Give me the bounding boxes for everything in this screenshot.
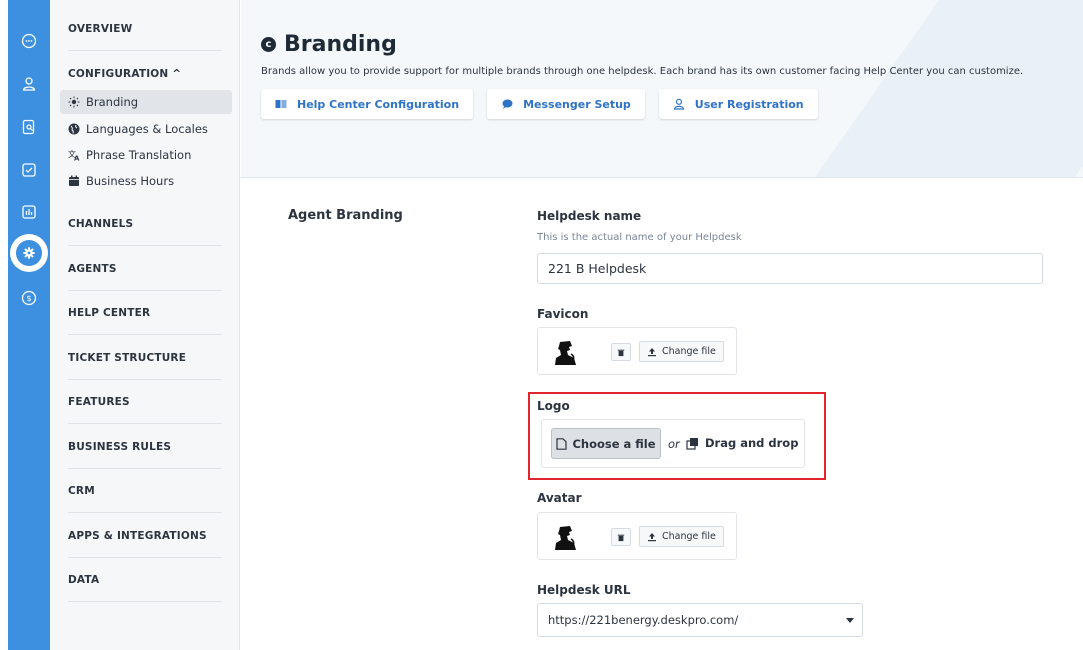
nav-features[interactable]: FEATURES <box>68 396 222 408</box>
sidebar-item-phrase-translation[interactable]: 文A Phrase Translation <box>60 143 232 167</box>
sidebar-item-label: Business Hours <box>86 174 175 188</box>
search-document-icon[interactable] <box>19 117 39 137</box>
change-avatar-button[interactable]: Change file <box>639 526 724 547</box>
change-file-label: Change file <box>662 346 716 357</box>
tab-label: User Registration <box>694 97 804 111</box>
svg-text:A: A <box>74 155 80 162</box>
nav-ticket-structure[interactable]: TICKET STRUCTURE <box>68 352 222 364</box>
settings-icon[interactable] <box>10 234 48 272</box>
nav-channels[interactable]: CHANNELS <box>68 218 222 230</box>
choose-file-label: Choose a file <box>572 436 656 451</box>
trash-icon <box>617 534 625 541</box>
page-header: c Branding Brands allow you to provide s… <box>241 0 1083 178</box>
logo-label: Logo <box>537 399 570 413</box>
tab-label: Messenger Setup <box>523 97 631 111</box>
copy-icon <box>686 437 698 450</box>
change-file-label: Change file <box>662 531 716 542</box>
divider <box>68 423 222 424</box>
tab-label: Help Center Configuration <box>297 97 460 111</box>
nav-business-rules[interactable]: BUSINESS RULES <box>68 441 222 453</box>
section-title: Agent Branding <box>288 208 403 223</box>
helpdesk-url-value: https://221benergy.deskpro.com/ <box>548 613 739 627</box>
sidebar-item-languages[interactable]: Languages & Locales <box>60 117 232 141</box>
trash-icon <box>617 349 625 356</box>
book-icon <box>275 100 287 108</box>
header-tabs: Help Center Configuration Messenger Setu… <box>261 89 832 119</box>
user-icon[interactable] <box>19 74 39 94</box>
sidebar-item-business-hours[interactable]: Business Hours <box>60 169 232 193</box>
report-icon[interactable] <box>19 202 39 222</box>
favicon-label: Favicon <box>537 307 589 321</box>
user-registration-button[interactable]: User Registration <box>658 89 818 119</box>
calendar-icon <box>68 175 80 187</box>
avatar-file-box: Change file <box>537 512 737 560</box>
globe-icon <box>68 123 80 135</box>
nav-overview[interactable]: OVERVIEW <box>68 23 222 35</box>
divider <box>68 601 222 602</box>
nav-agents[interactable]: AGENTS <box>68 263 222 275</box>
sun-icon <box>68 96 80 108</box>
delete-avatar-button[interactable] <box>611 528 631 546</box>
upload-icon <box>648 532 656 541</box>
divider <box>68 334 222 335</box>
billing-icon[interactable]: $ <box>19 288 39 308</box>
helpdesk-url-label: Helpdesk URL <box>537 583 631 597</box>
translate-icon: 文A <box>68 149 80 161</box>
change-favicon-button[interactable]: Change file <box>639 341 724 362</box>
checkbox-icon[interactable] <box>19 160 39 180</box>
file-icon <box>556 437 568 450</box>
title-row: c Branding <box>261 32 397 57</box>
divider <box>68 557 222 558</box>
choose-file-button[interactable]: Choose a file <box>551 428 661 459</box>
divider <box>68 379 222 380</box>
branding-logo-icon: c <box>261 37 276 52</box>
helpdesk-name-input[interactable] <box>537 253 1043 284</box>
delete-favicon-button[interactable] <box>611 343 631 361</box>
divider <box>68 50 222 51</box>
divider <box>68 245 222 246</box>
chat-icon[interactable] <box>19 31 39 51</box>
helpdesk-name-help: This is the actual name of your Helpdesk <box>537 232 742 243</box>
divider <box>68 512 222 513</box>
sidebar-item-branding[interactable]: Branding <box>60 90 232 114</box>
header-decoration <box>812 0 1083 177</box>
favicon-file-box: Change file <box>537 327 737 375</box>
user-icon <box>673 98 684 110</box>
helpdesk-name-label: Helpdesk name <box>537 209 642 223</box>
avatar-label: Avatar <box>537 491 582 505</box>
app-icon-rail: $ <box>8 0 50 650</box>
nav-configuration[interactable]: CONFIGURATION ^ <box>68 68 222 80</box>
nav-help-center[interactable]: HELP CENTER <box>68 307 222 319</box>
sidebar-item-label: Branding <box>86 95 139 109</box>
logo-upload-box[interactable]: Choose a file or Drag and drop <box>541 419 805 468</box>
nav-apps-integrations[interactable]: APPS & INTEGRATIONS <box>68 530 222 542</box>
helpdesk-url-select[interactable]: https://221benergy.deskpro.com/ <box>537 603 863 637</box>
message-icon <box>502 99 513 109</box>
page-title: Branding <box>284 32 397 57</box>
or-text: or <box>668 437 680 451</box>
sidebar-item-label: Languages & Locales <box>86 122 208 136</box>
help-center-configuration-button[interactable]: Help Center Configuration <box>261 89 474 119</box>
chevron-down-icon <box>846 618 854 623</box>
messenger-setup-button[interactable]: Messenger Setup <box>487 89 645 119</box>
divider <box>68 290 222 291</box>
nav-crm[interactable]: CRM <box>68 485 222 497</box>
settings-sidebar: OVERVIEW CONFIGURATION ^ Branding Langua… <box>50 0 240 650</box>
divider <box>68 468 222 469</box>
drag-and-drop-label: Drag and drop <box>705 436 799 450</box>
favicon-preview <box>555 341 576 365</box>
drag-and-drop-zone[interactable]: Drag and drop <box>686 436 798 450</box>
upload-icon <box>648 347 656 356</box>
nav-data[interactable]: DATA <box>68 574 222 586</box>
svg-text:$: $ <box>26 294 31 303</box>
avatar-preview <box>555 526 576 550</box>
sidebar-item-label: Phrase Translation <box>86 148 192 162</box>
page-description: Brands allow you to provide support for … <box>261 66 1024 77</box>
